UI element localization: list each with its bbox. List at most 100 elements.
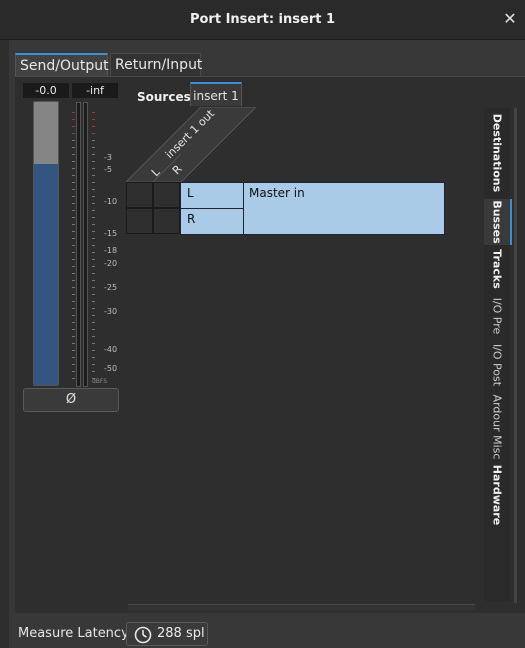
meter-tick-label: -5 — [104, 165, 112, 174]
grid-cell-l-l[interactable] — [126, 182, 153, 208]
row-label-l: L — [180, 182, 244, 209]
meter-tick-mark — [72, 224, 75, 225]
measure-latency-button[interactable]: 288 spl — [126, 622, 208, 646]
meter-tick-mark — [92, 147, 95, 148]
meter-tick-mark — [92, 196, 95, 197]
meter-tick-mark — [72, 203, 75, 204]
meter-tick-mark — [92, 357, 95, 358]
meter-tick-mark — [72, 259, 75, 260]
meter-tick-mark — [92, 315, 95, 316]
meter-tick-mark — [72, 140, 75, 141]
meter-tick-mark — [92, 112, 95, 113]
meter-tick-mark — [92, 252, 95, 253]
meter-tick-mark — [92, 161, 95, 162]
destination-master-in: Master in — [243, 182, 445, 235]
grid-cell-r-l[interactable] — [153, 182, 180, 208]
meter-tick-mark — [92, 210, 95, 211]
vertical-scrollbar[interactable] — [514, 108, 517, 603]
tab-destinations: Destinations — [490, 113, 504, 193]
tab-return-input[interactable]: Return/Input — [110, 53, 202, 76]
gain-value-display[interactable]: -0.0 — [23, 83, 69, 98]
tab-io-pre[interactable]: I/O Pre — [484, 293, 510, 339]
sources-label: Sources — [137, 90, 191, 104]
meter-tick-mark — [92, 301, 95, 302]
meter-tick-mark — [92, 238, 95, 239]
connection-grid — [126, 182, 181, 234]
meter-tick-label: -18 — [104, 246, 118, 255]
peak-value-display[interactable]: -inf — [72, 83, 118, 98]
meter-tick-mark — [92, 126, 95, 127]
meter-tick-mark — [92, 231, 95, 232]
fader-fill — [34, 164, 58, 385]
meter-tick-mark — [72, 133, 75, 134]
meter-tick-mark — [72, 119, 75, 120]
column-header: L R insert 1 out — [126, 107, 256, 183]
close-icon[interactable]: ✕ — [499, 8, 521, 30]
meter-tick-mark — [92, 189, 95, 190]
source-tab-insert[interactable]: insert 1 — [190, 82, 242, 106]
meter-tick-mark — [72, 217, 75, 218]
meter-tick-mark — [72, 266, 75, 267]
meter-tick-label: -50 — [104, 364, 118, 373]
grid-cell-l-r[interactable] — [126, 208, 153, 234]
meter-tick-mark — [92, 308, 95, 309]
meter-tick-label: -25 — [104, 283, 118, 292]
meter-tick-mark — [72, 189, 75, 190]
measure-latency-label: Measure Latency — [18, 626, 129, 641]
meter-tick-mark — [72, 175, 75, 176]
meter-tick-mark — [72, 154, 75, 155]
tab-tracks[interactable]: Tracks — [484, 246, 510, 292]
meter-tick-label: -15 — [104, 229, 118, 238]
meter-tick-mark — [72, 378, 75, 379]
window-title: Port Insert: insert 1 — [189, 12, 336, 27]
meter-tick-mark — [92, 378, 95, 379]
meter-tick-mark — [72, 308, 75, 309]
tab-hardware[interactable]: Hardware — [484, 464, 510, 526]
meter-tick-mark — [72, 147, 75, 148]
meter-tick-mark — [92, 140, 95, 141]
row-label-r: R — [180, 208, 244, 235]
phase-invert-button[interactable]: Ø — [23, 388, 119, 412]
meter-tick-mark — [92, 266, 95, 267]
meter-tick-mark — [72, 350, 75, 351]
meter-tick-mark — [92, 182, 95, 183]
gain-fader[interactable] — [33, 101, 59, 386]
meter-tick-mark — [72, 245, 75, 246]
meter-tick-mark — [92, 168, 95, 169]
column-header-band — [126, 107, 256, 183]
tab-ardour-misc[interactable]: Ardour Misc — [484, 391, 510, 463]
meter-tick-mark — [72, 329, 75, 330]
meter-tick-mark — [72, 357, 75, 358]
meter-tick-mark — [92, 217, 95, 218]
meter-tick-mark — [72, 343, 75, 344]
meter-tick-mark — [92, 175, 95, 176]
grid-cell-r-r[interactable] — [153, 208, 180, 234]
meter-tick-mark — [72, 112, 75, 113]
meter-tick-mark — [72, 196, 75, 197]
meter-tick-mark — [92, 350, 95, 351]
tab-send-output[interactable]: Send/Output — [15, 53, 109, 76]
level-meter — [76, 102, 89, 387]
meter-tick-mark — [72, 231, 75, 232]
tab-busses[interactable]: Busses — [484, 199, 512, 245]
meter-tick-mark — [72, 301, 75, 302]
horizontal-scrollbar[interactable] — [128, 604, 475, 610]
meter-tick-mark — [72, 315, 75, 316]
meter-tick-mark — [72, 287, 75, 288]
stopwatch-icon — [134, 626, 152, 644]
meter-tick-mark — [72, 273, 75, 274]
meter-tick-mark — [92, 203, 95, 204]
meter-tick-mark — [72, 161, 75, 162]
latency-value: 288 spl — [157, 626, 205, 641]
meter-tick-label: dBFS — [92, 378, 108, 385]
meter-tick-mark — [92, 343, 95, 344]
fader-empty-region — [34, 102, 58, 164]
meter-tick-mark — [92, 322, 95, 323]
meter-tick-mark — [92, 133, 95, 134]
meter-tick-mark — [92, 280, 95, 281]
meter-tick-mark — [72, 371, 75, 372]
meter-right-channel — [83, 102, 88, 387]
meter-tick-mark — [72, 294, 75, 295]
tab-io-post[interactable]: I/O Post — [484, 340, 510, 390]
meter-tick-mark — [72, 210, 75, 211]
